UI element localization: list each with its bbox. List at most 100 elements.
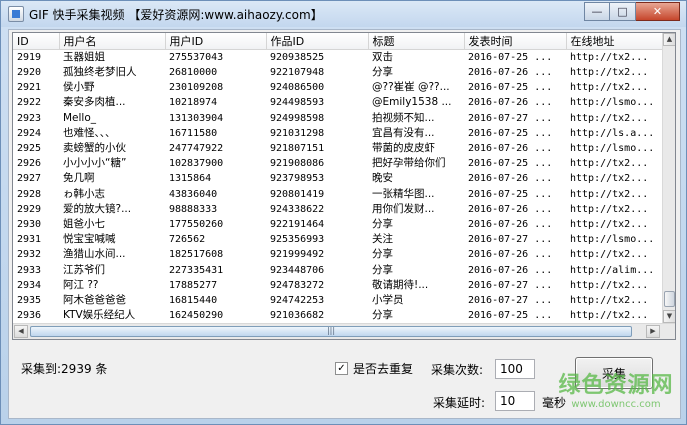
table-row[interactable]: 2923 Mello_ 131303904 924998598 拍视频不知... 2016… (13, 111, 664, 126)
table-cell: http://tx2... (570, 173, 649, 185)
table-cell: http://tx2... (570, 112, 649, 124)
scroll-grip-icon: ||| (326, 326, 336, 335)
table-cell: 921908086 (270, 158, 325, 170)
table-cell: 924086500 (270, 82, 325, 94)
table-cell: 922191464 (270, 218, 325, 230)
table-row[interactable]: 2931 悦宝宝喊喊 726562 925356993 关注 2016-07-27 ...… (13, 232, 664, 247)
table-row[interactable]: 2936 KTV娱乐经纪人 162450290 921036682 分享 2016-07-… (13, 308, 664, 323)
horizontal-scroll-thumb[interactable]: ||| (30, 326, 632, 337)
table-cell: 162450290 (169, 310, 224, 322)
table-row[interactable]: 2926 小小小小“糖” 102837900 921908086 把好孕带给你们 2016… (13, 156, 664, 171)
delay-input[interactable] (495, 391, 535, 411)
dedupe-label: 是否去重复 (353, 362, 414, 376)
title-bar[interactable]: GIF 快手采集视频 【爱好资源网:www.aihaozy.com】 — □ ✕ (1, 1, 686, 27)
scroll-left-icon[interactable]: ◀ (14, 325, 28, 338)
delay-unit: 毫秒 (542, 396, 567, 410)
table-row[interactable]: 2935 阿木爸爸爸爸 16815440 924742253 小学员 2016-07-27… (13, 293, 664, 308)
column-header[interactable]: ID (13, 33, 60, 50)
table-cell: 43836040 (169, 188, 218, 200)
table-cell: 230109208 (169, 82, 224, 94)
table-cell: http://tx2... (570, 203, 649, 215)
table-cell: http://lsmo... (570, 143, 655, 155)
table-cell: 2919 (17, 52, 42, 63)
table-cell: 2928 (17, 188, 42, 200)
table-cell: 2016-07-26 ... (468, 218, 553, 230)
table-row[interactable]: 2928 ゎ韩小志 43836040 920801419 一张精华图... 2016-07… (13, 187, 664, 202)
column-header[interactable]: 用户名 (59, 33, 166, 50)
table-cell: 2016-07-25 ... (468, 127, 553, 139)
table-cell: 924338622 (270, 203, 325, 215)
table-cell: 26810000 (169, 67, 218, 79)
table-row[interactable]: 2930 姐爸小七 177550260 922191464 分享 2016-07-26 .… (13, 217, 664, 232)
table-cell: 卖螃蟹的小伙 (63, 142, 126, 155)
table-cell: 小小小小“糖” (63, 157, 127, 170)
table-row[interactable]: 2920 孤独终老梦旧人 26810000 922107948 分享 2016-07-26… (13, 65, 664, 80)
table-cell: http://ls.a... (570, 127, 655, 139)
table-cell: 玉器姐姐 (63, 51, 105, 63)
scroll-down-icon[interactable]: ▼ (663, 310, 675, 323)
table-row[interactable]: 2919 玉器姐姐 275537043 920938525 双击 2016-07-25 .… (13, 50, 664, 66)
table-cell: 2016-07-26 ... (468, 67, 553, 79)
delay-label: 采集延时: (433, 396, 486, 410)
table-cell: 2923 (17, 112, 42, 124)
table-row[interactable]: 2927 免几啊 1315864 923798953 晚安 2016-07-26 ... h… (13, 171, 664, 186)
vertical-scroll-thumb[interactable] (664, 291, 675, 307)
count-input[interactable] (495, 359, 535, 379)
close-button[interactable]: ✕ (636, 2, 680, 21)
dedupe-option[interactable]: ✓ 是否去重复 (335, 360, 413, 377)
app-window: GIF 快手采集视频 【爱好资源网:www.aihaozy.com】 — □ ✕… (0, 0, 687, 425)
collect-button[interactable]: 采集 (575, 357, 653, 389)
table-cell: 2016-07-25 ... (468, 82, 553, 94)
maximize-button[interactable]: □ (610, 2, 636, 21)
table-cell: 2016-07-27 ... (468, 294, 553, 306)
column-header[interactable]: 发表时间 (464, 33, 567, 50)
scroll-up-icon[interactable]: ▲ (663, 33, 675, 46)
table-cell: 2016-07-25 ... (468, 310, 553, 322)
table-row[interactable]: 2934 阿江 ?? 17885277 924783272 敬请期待!... 2016-0… (13, 278, 664, 293)
table-cell: 177550260 (169, 218, 224, 230)
column-header[interactable]: 作品ID (266, 33, 369, 50)
table-row[interactable]: 2933 江苏爷们 227335431 923448706 分享 2016-07-26 .… (13, 262, 664, 277)
table-row[interactable]: 2924 也难怪、、、 16711580 921031298 宜昌有没有... 2016-… (13, 126, 664, 141)
table-cell: 923448706 (270, 264, 325, 276)
table-cell: 2921 (17, 82, 42, 94)
table-row[interactable]: 2921 侯小野 230109208 924086500 @??崔崔 @??... 201… (13, 80, 664, 95)
table-cell: 2016-07-25 ... (468, 188, 553, 200)
table-row[interactable]: 2922 秦安多肉植... 10218974 924498593 @Emily1538 … (13, 95, 664, 110)
table-cell: 用你们发财... (372, 202, 435, 215)
column-header[interactable]: 用户ID (165, 33, 267, 50)
table-cell: 一张精华图... (372, 187, 435, 200)
column-header[interactable]: 标题 (368, 33, 465, 50)
table-cell: 2934 (17, 279, 42, 291)
horizontal-scrollbar[interactable]: ◀ ||| ▶ (13, 323, 675, 339)
minimize-button[interactable]: — (584, 2, 610, 21)
dedupe-checkbox[interactable]: ✓ (335, 362, 348, 375)
vertical-scrollbar[interactable]: ▲ ▼ (662, 33, 675, 323)
table-row[interactable]: 2932 渔猎山水间... 182517608 921999492 分享 2016-07-… (13, 247, 664, 262)
table-cell: http://tx2... (570, 249, 649, 261)
table-cell: http://tx2... (570, 310, 649, 322)
table-cell: 924998598 (270, 112, 325, 124)
table-cell: 宜昌有没有... (372, 126, 435, 139)
table-cell: 姐爸小七 (63, 217, 105, 230)
scroll-right-icon[interactable]: ▶ (646, 325, 660, 338)
table-cell: 2931 (17, 234, 42, 246)
table-cell: 2016-07-26 ... (468, 249, 553, 261)
table-cell: http://lsmo... (570, 97, 655, 109)
table-cell: 920938525 (270, 52, 325, 63)
table-row[interactable]: 2929 爱的放大镜?... 98888333 924338622 用你们发财... 20… (13, 202, 664, 217)
column-header[interactable]: 在线地址 (566, 33, 665, 50)
results-table[interactable]: ID 用户名 用户ID 作品ID 标题 发表时间 在线地址 2919 玉器姐姐 27553704… (12, 32, 676, 340)
table-cell: 2936 (17, 310, 42, 322)
table-cell: 渔猎山水间... (63, 248, 126, 261)
table-cell: 726562 (169, 234, 206, 246)
table-cell: http://tx2... (570, 279, 649, 291)
table-cell: 小学员 (372, 293, 404, 306)
table-cell: 131303904 (169, 112, 224, 124)
table-cell: http://tx2... (570, 82, 649, 94)
table-cell: 923798953 (270, 173, 325, 185)
table-cell: 2927 (17, 173, 42, 185)
table-row[interactable]: 2925 卖螃蟹的小伙 247747922 921807151 带菌的皮皮虾 2016-0… (13, 141, 664, 156)
table-header: ID 用户名 用户ID 作品ID 标题 发表时间 在线地址 (13, 33, 665, 50)
table-cell: 分享 (372, 217, 393, 230)
